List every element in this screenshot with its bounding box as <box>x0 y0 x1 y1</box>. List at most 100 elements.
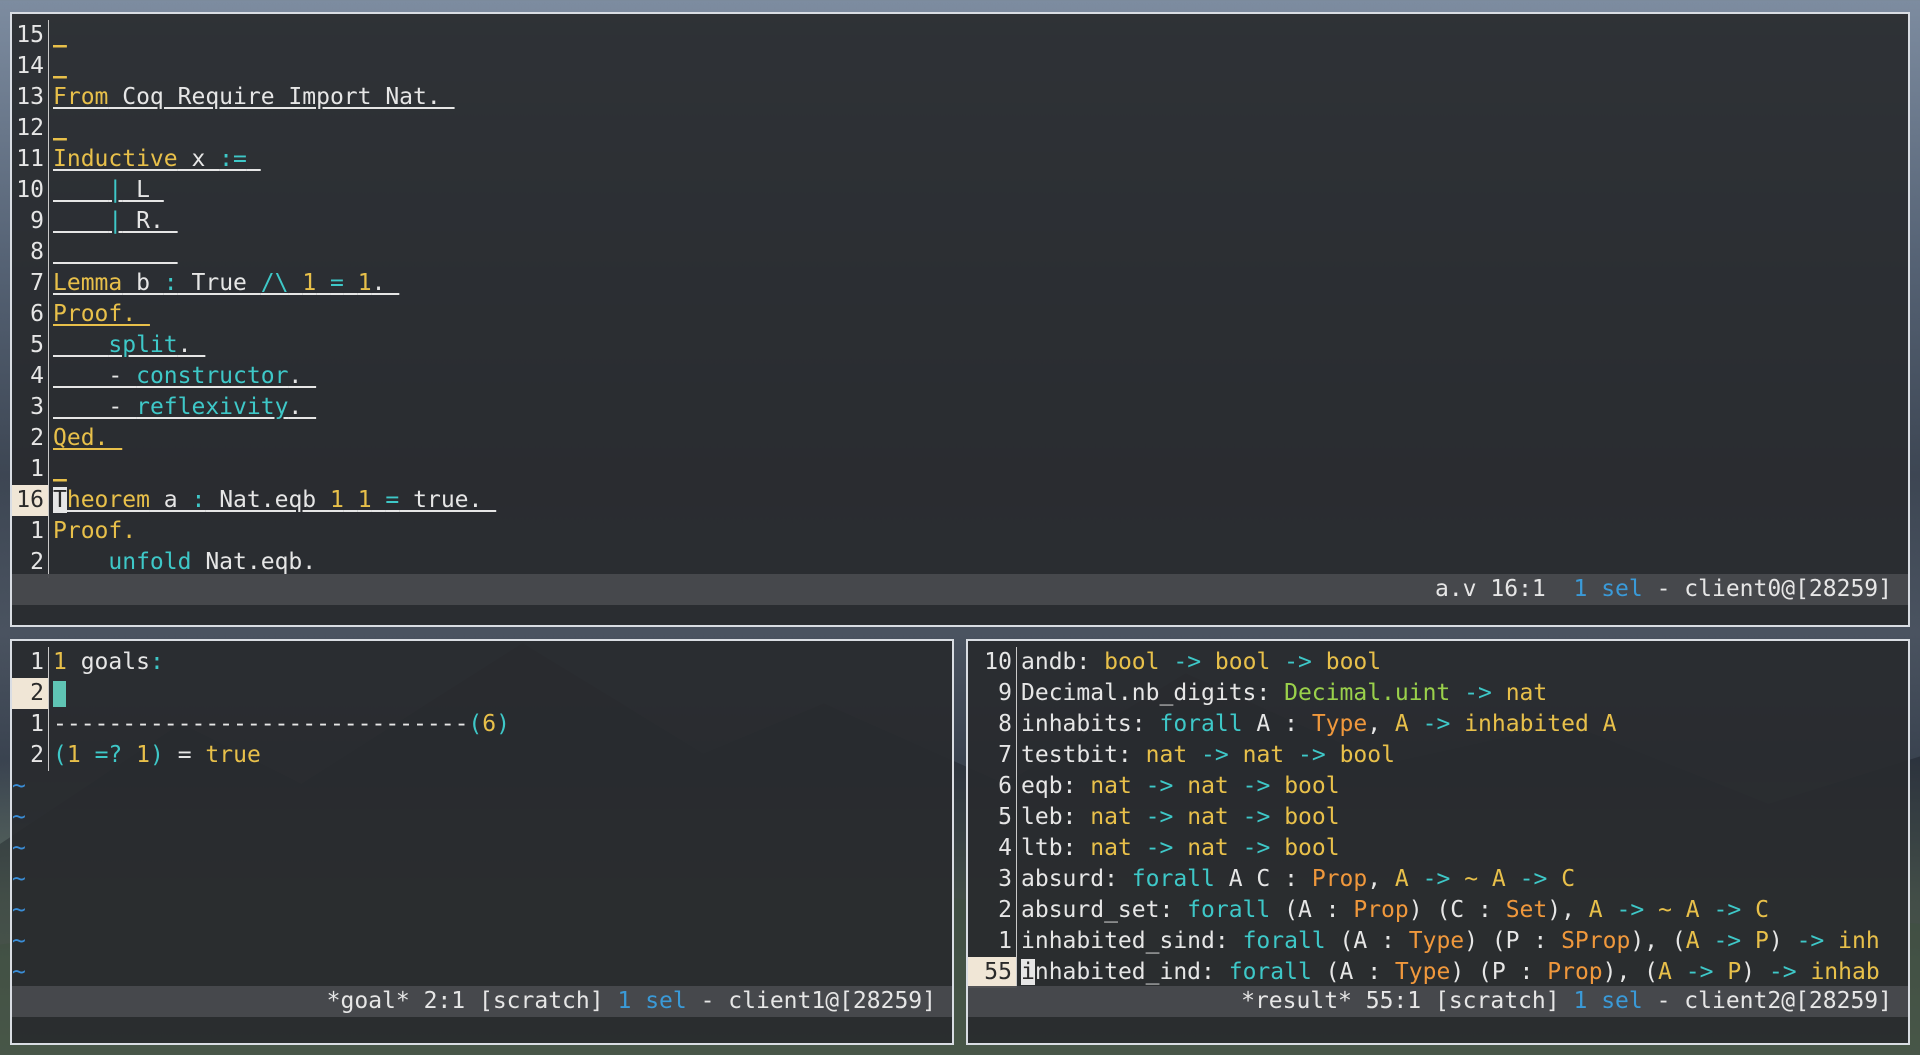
status-sel-count: 1 <box>1573 576 1588 602</box>
empty-line-marker: ~ <box>12 773 26 799</box>
result-line-current[interactable]: 55 inhabited_ind: forall (A : Type) (P : … <box>968 957 1908 988</box>
line-number: 9 <box>12 206 49 237</box>
line-number: 6 <box>12 299 49 330</box>
line-number: 14 <box>12 51 49 82</box>
code-text: _ <box>53 53 67 79</box>
line-number: 7 <box>968 740 1017 771</box>
code-text: Proof. <box>53 518 137 544</box>
status-file: *goal* 2:1 [scratch] <box>326 988 604 1014</box>
editor-line[interactable]: 6 Proof. <box>12 299 1908 330</box>
line-number: 6 <box>968 771 1017 802</box>
line-number: 2 <box>12 423 49 454</box>
line-number: 11 <box>12 144 49 175</box>
result-line[interactable]: 4 ltb: nat -> nat -> bool <box>968 833 1908 864</box>
result-text: ltb: nat -> nat -> bool <box>1021 835 1340 861</box>
goal-line[interactable]: 2 (1 =? 1) = true <box>12 740 952 771</box>
line-number: 5 <box>12 330 49 361</box>
editor-line[interactable]: 4 - constructor. <box>12 361 1908 392</box>
result-text: inhabits: forall A : Type, A -> inhabite… <box>1021 711 1617 737</box>
result-line[interactable]: 7 testbit: nat -> nat -> bool <box>968 740 1908 771</box>
line-number: 10 <box>12 175 49 206</box>
editor-lines: 15 _ 14 _ 13 From Coq Require Import Nat. 1… <box>12 20 1908 578</box>
block-cursor <box>53 680 66 707</box>
code-text: | L <box>108 177 164 203</box>
text-cursor: T <box>53 487 67 513</box>
empty-line-marker: ~ <box>12 897 26 923</box>
result-text: absurd_set: forall (A : Prop) (C : Set),… <box>1021 897 1769 923</box>
editor-line[interactable]: 11 Inductive x := <box>12 144 1908 175</box>
line-number: 5 <box>968 802 1017 833</box>
result-text: inhabited_sind: forall (A : Type) (P : S… <box>1021 928 1880 954</box>
editor-line[interactable]: 13 From Coq Require Import Nat. <box>12 82 1908 113</box>
editor-line[interactable]: 15 _ <box>12 20 1908 51</box>
result-line[interactable]: 1 inhabited_sind: forall (A : Type) (P : … <box>968 926 1908 957</box>
code-text: Inductive x := <box>53 146 247 172</box>
code-text: split. <box>108 332 206 358</box>
goal-text <box>53 678 66 709</box>
empty-line-marker: ~ <box>12 804 26 830</box>
code-text: | R. <box>108 208 178 234</box>
line-number: 3 <box>12 392 49 423</box>
goal-status-bar: *goal* 2:1 [scratch] 1 sel - client1@[28… <box>12 986 952 1017</box>
line-number-current: 55 <box>968 957 1017 988</box>
line-number: 3 <box>968 864 1017 895</box>
status-sel-count: 1 <box>1573 988 1588 1014</box>
result-line[interactable]: 5 leb: nat -> nat -> bool <box>968 802 1908 833</box>
editor-line[interactable]: 10 | L <box>12 175 1908 206</box>
status-client: - client0@[28259] <box>1656 576 1892 602</box>
result-text: leb: nat -> nat -> bool <box>1021 804 1340 830</box>
line-number: 7 <box>12 268 49 299</box>
line-number: 1 <box>12 647 49 678</box>
editor-line-current[interactable]: 16 Theorem a : Nat.eqb 1 1 = true. <box>12 485 1908 516</box>
code-text: From Coq Require Import Nat. <box>53 84 455 110</box>
result-line[interactable]: 2 absurd_set: forall (A : Prop) (C : Set)… <box>968 895 1908 926</box>
result-line[interactable]: 3 absurd: forall A C : Prop, A -> ~ A -> … <box>968 864 1908 895</box>
editor-line[interactable]: 5 split. <box>12 330 1908 361</box>
line-number: 1 <box>12 516 49 547</box>
result-line[interactable]: 6 eqb: nat -> nat -> bool <box>968 771 1908 802</box>
editor-line[interactable]: 7 Lemma b : True /\ 1 = 1. <box>12 268 1908 299</box>
result-text: testbit: nat -> nat -> bool <box>1021 742 1395 768</box>
result-line[interactable]: 9 Decimal.nb_digits: Decimal.uint -> nat <box>968 678 1908 709</box>
goal-line-current[interactable]: 2 <box>12 678 952 709</box>
status-client: - client2@[28259] <box>1656 988 1892 1014</box>
code-text: _ <box>53 115 67 141</box>
editor-line[interactable]: 12 _ <box>12 113 1908 144</box>
result-text: absurd: forall A C : Prop, A -> ~ A -> C <box>1021 866 1576 892</box>
editor-status-bar: a.v 16:1 1 sel - client0@[28259] <box>12 574 1908 605</box>
editor-line[interactable]: 8 <box>12 237 1908 268</box>
status-file: a.v 16:1 <box>1434 576 1546 602</box>
editor-line[interactable]: 9 | R. <box>12 206 1908 237</box>
result-pane[interactable]: 10 andb: bool -> bool -> bool 9 Decimal.nb… <box>966 639 1910 1045</box>
line-number: 1 <box>968 926 1017 957</box>
result-text: eqb: nat -> nat -> bool <box>1021 773 1340 799</box>
empty-line-marker: ~ <box>12 866 26 892</box>
line-number: 2 <box>968 895 1017 926</box>
result-text: andb: bool -> bool -> bool <box>1021 649 1382 675</box>
goal-pane[interactable]: 11 goals: 2 1 ---------------------------… <box>10 639 954 1045</box>
status-client: - client1@[28259] <box>700 988 936 1014</box>
editor-line[interactable]: 14 _ <box>12 51 1908 82</box>
goal-line[interactable]: 1 ------------------------------(6) <box>12 709 952 740</box>
status-sel-count: 1 <box>617 988 632 1014</box>
goal-text: (1 =? 1) = true <box>53 742 261 768</box>
editor-pane[interactable]: 15 _ 14 _ 13 From Coq Require Import Nat. 1… <box>10 12 1910 627</box>
editor-line[interactable]: 3 - reflexivity. <box>12 392 1908 423</box>
line-number-current: 2 <box>12 678 49 709</box>
editor-line[interactable]: 2 Qed. <box>12 423 1908 454</box>
line-number: 8 <box>12 237 49 268</box>
editor-line[interactable]: 1 Proof. <box>12 516 1908 547</box>
status-sel-label: sel <box>1601 576 1643 602</box>
code-text: Qed. <box>53 425 123 451</box>
goal-text: 1 goals: <box>53 649 164 675</box>
result-line[interactable]: 8 inhabits: forall A : Type, A -> inhabit… <box>968 709 1908 740</box>
empty-line-marker: ~ <box>12 835 26 861</box>
editor-line[interactable]: 1 _ <box>12 454 1908 485</box>
line-number: 9 <box>968 678 1017 709</box>
code-text: Lemma b : True /\ 1 = 1. <box>53 270 400 296</box>
code-text: _ <box>53 456 67 482</box>
code-text: Theorem a : Nat.eqb 1 1 = true. <box>53 487 497 513</box>
line-number: 4 <box>968 833 1017 864</box>
goal-line[interactable]: 11 goals: <box>12 647 952 678</box>
result-line[interactable]: 10 andb: bool -> bool -> bool <box>968 647 1908 678</box>
